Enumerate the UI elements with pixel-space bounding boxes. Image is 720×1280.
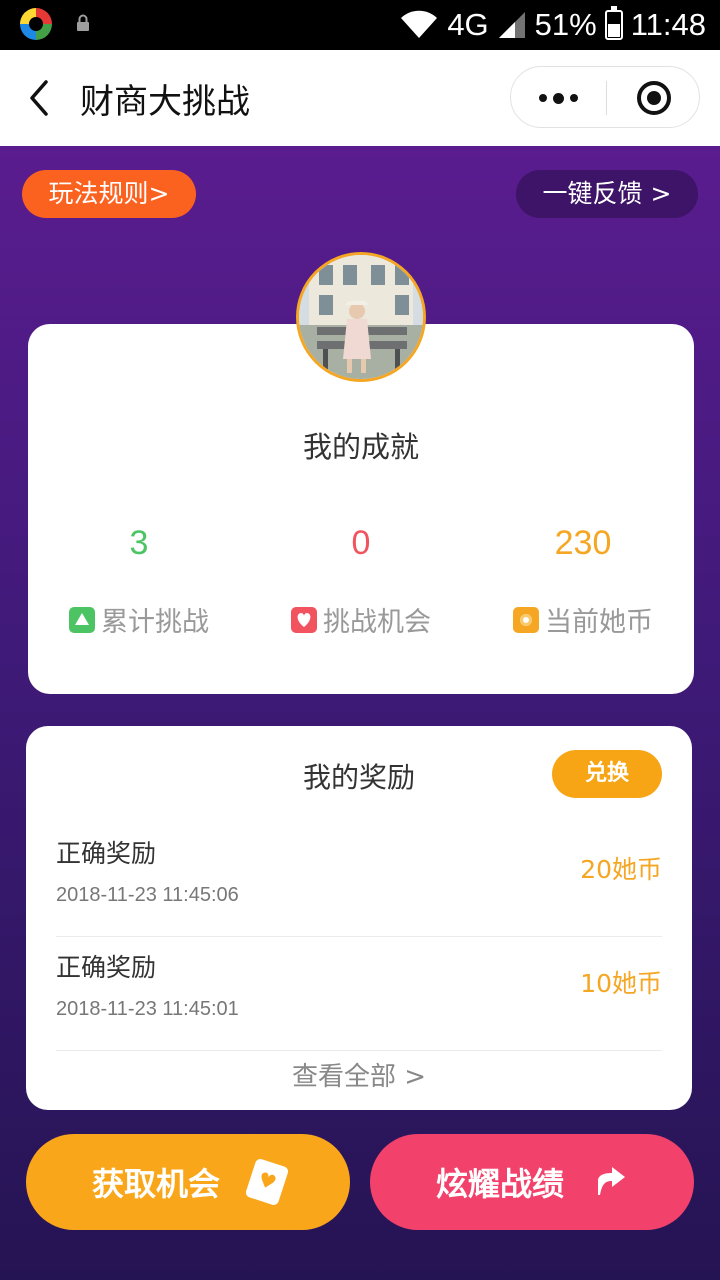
stat-value: 230 [554,524,612,562]
battery-icon [604,6,623,40]
show-results-label: 炫耀战绩 [435,1165,564,1203]
reward-amount: 20她币 [580,855,662,884]
signal-icon [498,12,525,38]
reward-row: 正确奖励 2018-11-23 11:45:01 10她币 [56,936,662,1051]
stat-value: 0 [351,524,371,562]
nav-bar: 财商大挑战 [0,50,720,146]
wifi-icon [401,10,438,39]
reward-name: 正确奖励 [56,839,157,868]
share-arrow-icon [598,1167,625,1195]
stat-coins: 230 当前她币 [472,524,694,638]
back-icon[interactable] [22,76,62,120]
app-notification-icon [20,8,52,40]
more-icon[interactable] [511,67,606,129]
heart-icon [291,606,317,633]
view-all-link[interactable]: 查看全部 > [26,1056,692,1093]
stat-label: 当前她币 [545,607,653,638]
stat-chances: 0 挑战机会 [250,524,472,638]
reward-name: 正确奖励 [56,953,157,982]
exchange-button[interactable]: 兑换 [552,750,662,798]
coin-icon [513,606,539,633]
reward-time: 2018-11-23 11:45:06 [56,884,239,906]
feedback-button[interactable]: 一键反馈 > [516,170,698,218]
page-title: 财商大挑战 [80,82,250,122]
triangle-icon [69,606,95,633]
get-chance-label: 获取机会 [91,1165,220,1203]
reward-card: 我的奖励 兑换 正确奖励 2018-11-23 11:45:06 20她币 正确… [26,726,692,1110]
clock: 11:48 [630,7,706,42]
lock-icon [77,14,89,31]
achievement-title: 我的成就 [302,430,419,464]
stat-total-challenges: 3 累计挑战 [28,524,250,638]
close-mini-program-icon[interactable] [637,81,671,115]
card-icon [244,1157,290,1207]
avatar[interactable] [296,252,426,382]
battery-percent: 51% [534,7,597,42]
reward-time: 2018-11-23 11:45:01 [56,998,239,1020]
status-bar: 4G 51% 11:48 [0,0,720,50]
stat-label: 累计挑战 [101,607,209,638]
reward-row: 正确奖励 2018-11-23 11:45:06 20她币 [56,822,662,937]
rules-button[interactable]: 玩法规则> [22,170,196,218]
reward-amount: 10她币 [580,969,662,998]
mini-program-capsule [510,66,700,128]
stat-value: 3 [129,524,149,562]
show-results-button[interactable]: 炫耀战绩 [370,1134,694,1230]
main-area: 玩法规则> 一键反馈 > 我的成就 3 累计挑战 0 挑战机会 230 当前她币 [0,146,720,1280]
get-chance-button[interactable]: 获取机会 [26,1134,350,1230]
network-type: 4G [447,7,489,42]
stat-label: 挑战机会 [323,607,431,638]
